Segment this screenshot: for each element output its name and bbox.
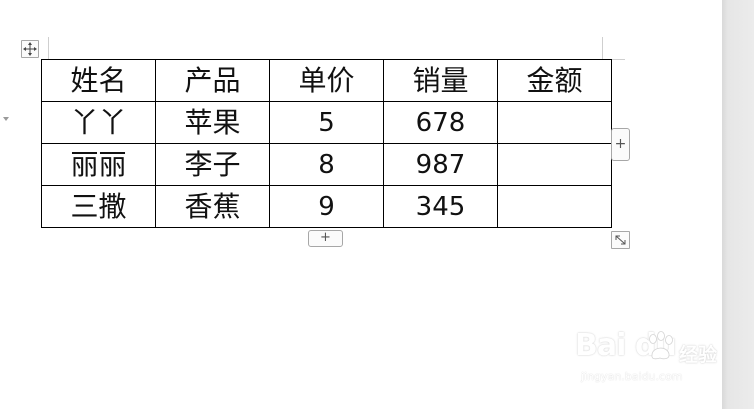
table-resize-handle[interactable] [611, 231, 630, 249]
move-arrows-icon [23, 42, 37, 56]
table-cell[interactable]: 5 [269, 101, 384, 144]
header-cell-unit-price[interactable]: 单价 [269, 59, 384, 102]
baidu-jingyan-watermark: Bai du 经验 jingyan.baidu.com [575, 328, 717, 388]
table-cell[interactable] [497, 143, 612, 186]
table-row: 三撒 香蕉 9 345 [41, 185, 612, 228]
table-row: 丫丫 苹果 5 678 [41, 101, 612, 144]
table-cell[interactable]: 苹果 [155, 101, 270, 144]
paw-icon [649, 331, 673, 360]
margin-crop-mark-right [602, 37, 603, 59]
data-table[interactable]: 姓名 产品 单价 销量 金额 丫丫 苹果 5 678 丽丽 李子 8 987 三… [41, 59, 612, 228]
header-cell-sales-volume[interactable]: 销量 [383, 59, 498, 102]
table-header-row: 姓名 产品 单价 销量 金额 [41, 59, 612, 102]
table-cell[interactable]: 9 [269, 185, 384, 228]
document-page[interactable]: 姓名 产品 单价 销量 金额 丫丫 苹果 5 678 丽丽 李子 8 987 三… [0, 0, 722, 409]
row-marker-icon [3, 117, 9, 121]
table-cell[interactable]: 三撒 [41, 185, 156, 228]
table-cell[interactable] [497, 101, 612, 144]
table-cell[interactable]: 345 [383, 185, 498, 228]
table-cell[interactable]: 香蕉 [155, 185, 270, 228]
table-cell[interactable]: 丽丽 [41, 143, 156, 186]
watermark-url: jingyan.baidu.com [581, 370, 683, 383]
add-row-button[interactable]: + [308, 230, 343, 247]
table-cell[interactable] [497, 185, 612, 228]
resize-diagonal-icon [615, 235, 626, 245]
header-cell-name[interactable]: 姓名 [41, 59, 156, 102]
add-column-button[interactable]: + [611, 128, 630, 161]
watermark-brand-cn: 经验 [679, 344, 718, 366]
table-cell[interactable]: 987 [383, 143, 498, 186]
table-cell[interactable]: 丫丫 [41, 101, 156, 144]
header-cell-amount[interactable]: 金额 [497, 59, 612, 102]
window-right-gutter [722, 0, 754, 409]
table-cell[interactable]: 李子 [155, 143, 270, 186]
header-cell-product[interactable]: 产品 [155, 59, 270, 102]
margin-crop-mark-left [48, 37, 49, 59]
table-cell[interactable]: 678 [383, 101, 498, 144]
table-cell[interactable]: 8 [269, 143, 384, 186]
table-row: 丽丽 李子 8 987 [41, 143, 612, 186]
table-move-handle[interactable] [21, 40, 39, 58]
